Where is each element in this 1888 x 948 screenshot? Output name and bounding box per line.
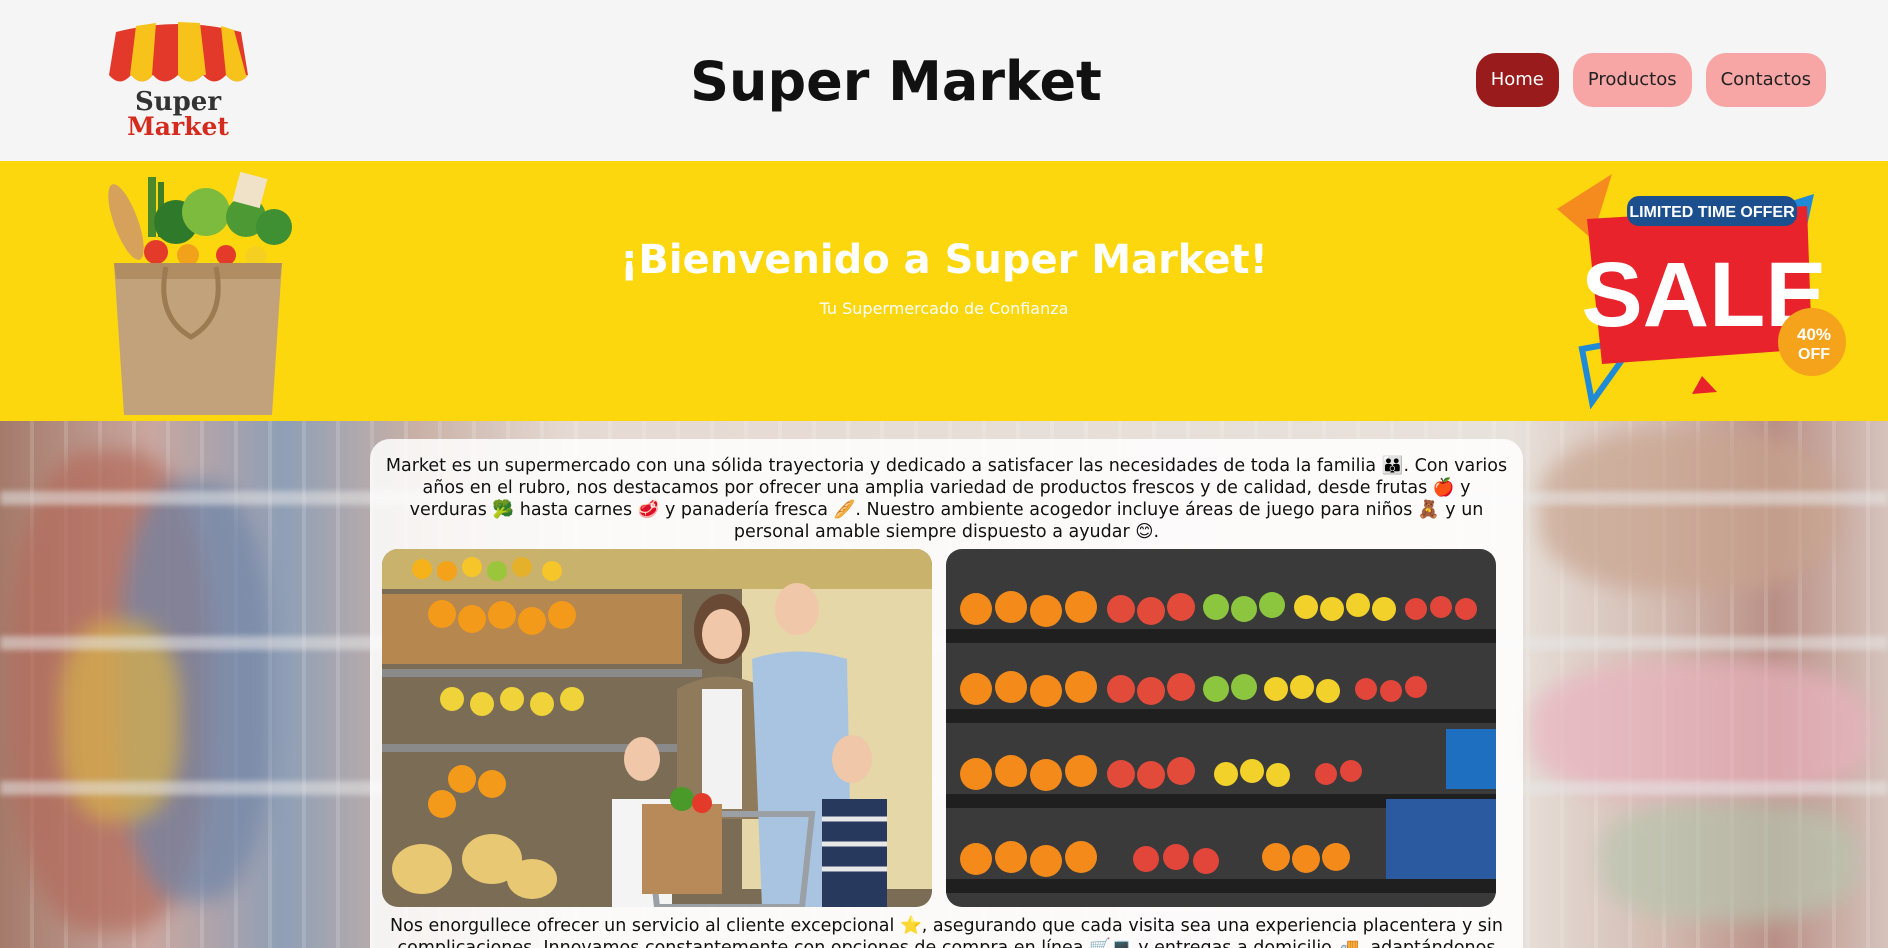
about-intro-text: Market es un supermercado con una sólida… xyxy=(385,456,1508,542)
main-nav: Home Productos Contactos xyxy=(1475,53,1826,107)
photo-gallery xyxy=(382,549,1511,907)
sale-badge-off: OFF xyxy=(1798,346,1830,363)
nav-productos[interactable]: Productos xyxy=(1572,53,1692,107)
about-card: Market es un supermercado con una sólida… xyxy=(370,439,1523,948)
nav-contactos[interactable]: Contactos xyxy=(1705,53,1826,107)
grocery-bag-image xyxy=(108,171,292,415)
hero-banner: ¡Bienvenido a Super Market! Tu Supermerc… xyxy=(0,161,1888,421)
nav-home[interactable]: Home xyxy=(1475,53,1559,107)
sale-banner-image[interactable]: LIMITED TIME OFFER SALE 40% OFF xyxy=(1552,164,1858,410)
sale-ribbon-text: LIMITED TIME OFFER xyxy=(1629,204,1795,221)
logo-text-market: Market xyxy=(127,112,229,138)
about-service-text: Nos enorgullece ofrecer un servicio al c… xyxy=(390,916,1503,948)
sale-badge-percent: 40% xyxy=(1797,325,1831,344)
site-header: Super Market Super Market Home Productos… xyxy=(0,0,1888,161)
fruit-shelves-photo xyxy=(946,549,1496,907)
family-shopping-photo xyxy=(382,549,932,907)
